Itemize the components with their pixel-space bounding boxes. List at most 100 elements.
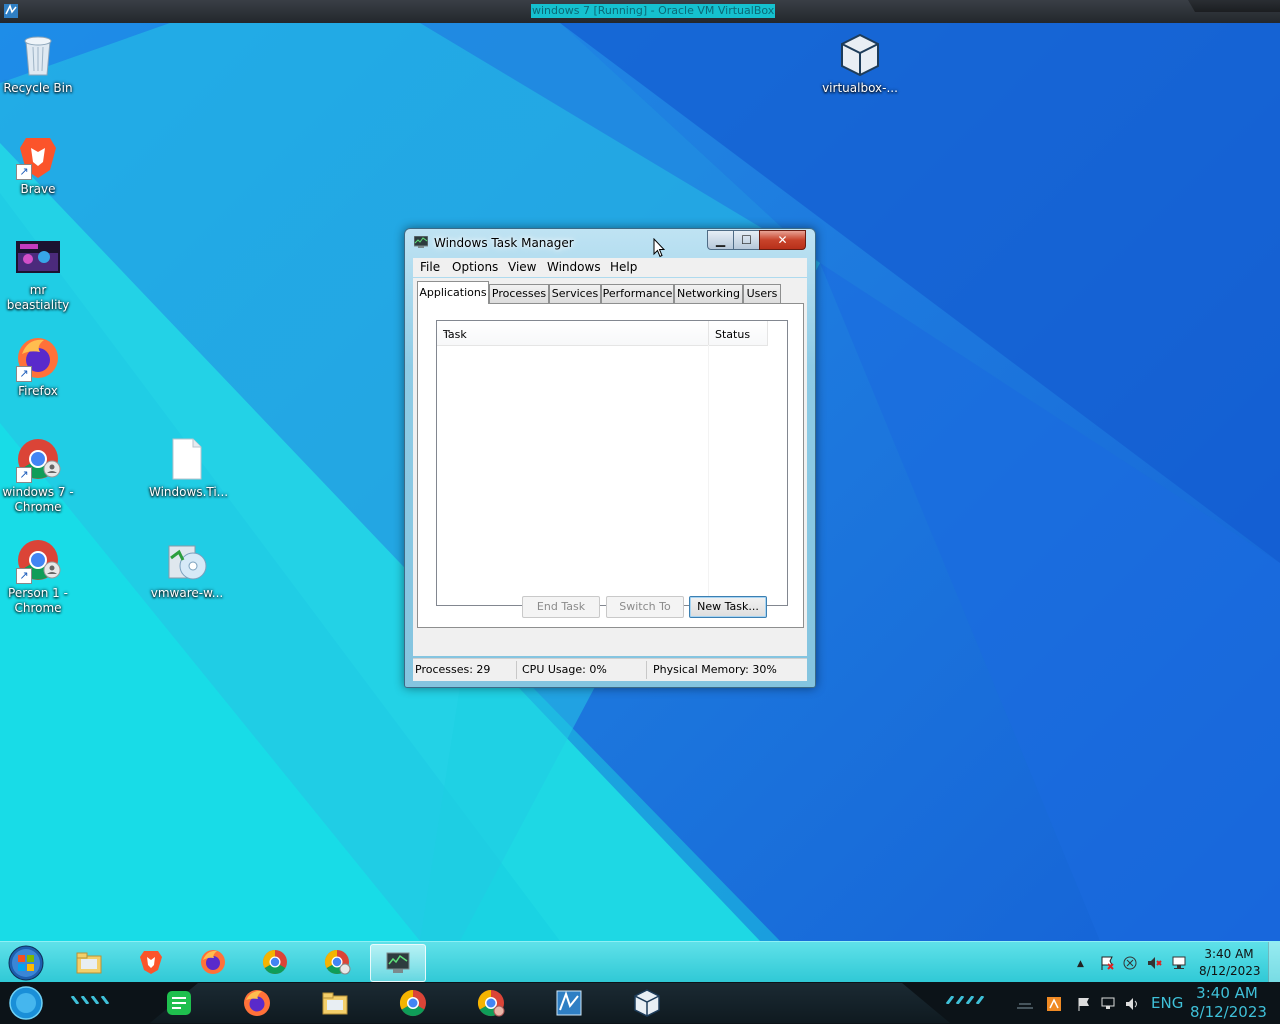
volume-muted-icon[interactable] [1146,955,1162,971]
host-tray-decoration-icon [1017,1003,1033,1009]
installer-disc-icon [163,536,211,584]
host-taskbar-decoration [945,996,985,1004]
close-button[interactable]: ✕ [759,230,806,250]
start-button[interactable] [6,944,46,982]
guest-clock-date[interactable]: 8/12/2023 [1199,964,1261,978]
taskbar-task-manager[interactable] [370,944,426,982]
chrome-profile-icon [324,950,351,975]
sort-ascending-icon: ^ [443,328,453,341]
minimize-button[interactable]: ▁ [707,230,734,250]
task-manager-body: Applications Processes Services Performa… [413,278,807,656]
firefox-icon: ↗ [14,334,62,382]
host-taskbar-notes[interactable] [162,986,196,1020]
tab-users[interactable]: Users [743,284,781,303]
virtualbox-vm-icon [4,4,18,18]
host-language-indicator[interactable]: ENG [1151,994,1183,1012]
desktop-icon-firefox[interactable]: ↗ Firefox [0,334,76,399]
chrome-profile-icon: ↗ [14,536,62,584]
menu-help[interactable]: Help [610,260,637,274]
end-task-button[interactable]: End Task [522,596,600,618]
virtualbox-cube-icon [836,31,884,79]
host-taskbar-firefox[interactable] [240,986,274,1020]
host-tray-app-icon[interactable] [1046,996,1062,1012]
host-taskbar: ENG 3:40 AM 8/12/2023 [0,982,1280,1024]
host-clock-time[interactable]: 3:40 AM [1190,984,1264,1002]
shortcut-arrow-icon: ↗ [16,164,32,180]
desktop-icon-virtualbox[interactable]: virtualbox-... [822,31,898,96]
host-taskbar-decoration [70,996,110,1004]
shortcut-arrow-icon: ↗ [16,366,32,382]
host-window-title: windows 7 [Running] - Oracle VM VirtualB… [531,4,776,18]
desktop-icon-chrome-windows7[interactable]: ↗ windows 7 - Chrome [0,435,76,515]
show-desktop-button[interactable] [1268,942,1280,982]
task-manager-window[interactable]: Windows Task Manager ▁ ☐ ✕ File Options … [404,228,816,688]
desktop-icon-label: Windows.Ti... [149,485,229,499]
host-network-icon[interactable] [1100,996,1116,1012]
chrome-profile-icon [477,989,505,1017]
firefox-icon [244,990,270,1016]
status-cpu-usage: CPU Usage: 0% [522,663,607,676]
show-hidden-icons-button[interactable]: ▲ [1077,959,1084,969]
taskbar-chrome-profile[interactable] [310,944,364,980]
maximize-button[interactable]: ☐ [733,230,760,250]
menu-view[interactable]: View [508,260,536,274]
network-bluetooth-icon[interactable] [1122,955,1138,971]
task-manager-icon [386,952,410,973]
tab-applications[interactable]: Applications [417,281,489,304]
network-icon[interactable] [1171,955,1187,971]
tab-networking[interactable]: Networking [674,284,743,303]
host-taskbar-file-explorer[interactable] [318,986,352,1020]
host-taskbar-chrome-profile[interactable] [474,986,508,1020]
host-clock-date[interactable]: 8/12/2023 [1190,1003,1267,1021]
tab-services[interactable]: Services [549,284,601,303]
taskbar-chrome[interactable] [248,944,302,980]
desktop-icon-chrome-person1[interactable]: ↗ Person 1 - Chrome [0,536,76,616]
task-manager-titlebar[interactable]: Windows Task Manager ▁ ☐ ✕ [405,229,815,257]
chrome-icon [262,950,287,975]
column-header-task[interactable]: Task ^ [437,321,709,346]
tab-processes[interactable]: Processes [489,284,549,303]
taskbar-firefox[interactable] [186,944,240,980]
desktop-icon-brave[interactable]: ↗ Brave [0,132,76,197]
menu-windows[interactable]: Windows [547,260,601,274]
desktop-icon-label: Recycle Bin [3,81,73,95]
shortcut-arrow-icon: ↗ [16,467,32,483]
desktop-icon-label: virtualbox-... [822,81,898,95]
taskbar-brave[interactable] [124,944,178,980]
close-icon: ✕ [777,233,788,247]
windows7-vm-icon [556,990,582,1016]
status-separator [646,661,647,679]
host-titlebar-decoration [1188,0,1280,12]
switch-to-button[interactable]: Switch To [606,596,684,618]
action-center-flag-icon[interactable] [1099,955,1115,971]
host-start-button[interactable] [8,985,44,1021]
host-taskbar-virtualbox[interactable] [630,986,664,1020]
column-header-label: Status [715,328,751,341]
task-list[interactable]: Task ^ Status [436,320,788,606]
menu-bar: File Options View Windows Help [413,258,807,277]
tab-performance[interactable]: Performance [601,284,674,303]
guest-clock-time[interactable]: 3:40 AM [1199,947,1259,961]
new-task-button[interactable]: New Task... [689,596,767,618]
column-header-status[interactable]: Status [709,321,768,346]
recycle-bin-icon [14,31,62,79]
host-action-center-icon[interactable] [1076,996,1092,1012]
notes-app-icon [167,991,191,1015]
desktop-icon-windows-file[interactable]: Windows.Ti... [149,435,229,500]
desktop-icon-label: Brave [20,182,56,196]
desktop-icon-vmware-installer[interactable]: vmware-w... [149,536,225,601]
host-titlebar: windows 7 [Running] - Oracle VM VirtualB… [0,0,1280,24]
host-taskbar-chrome[interactable] [396,986,430,1020]
menu-options[interactable]: Options [452,260,498,274]
menu-file[interactable]: File [420,260,440,274]
virtualbox-icon [634,989,660,1017]
host-taskbar-windows7-vm[interactable] [552,986,586,1020]
status-processes: Processes: 29 [415,663,491,676]
host-volume-icon[interactable] [1124,996,1140,1012]
status-separator [516,661,517,679]
desktop-icon-image-file[interactable]: mr beastiality [0,233,76,313]
desktop-icon-label: mr beastiality [6,283,70,312]
column-divider [708,345,709,604]
taskbar-windows-explorer[interactable] [62,944,116,980]
desktop-icon-recycle-bin[interactable]: Recycle Bin [0,31,76,96]
